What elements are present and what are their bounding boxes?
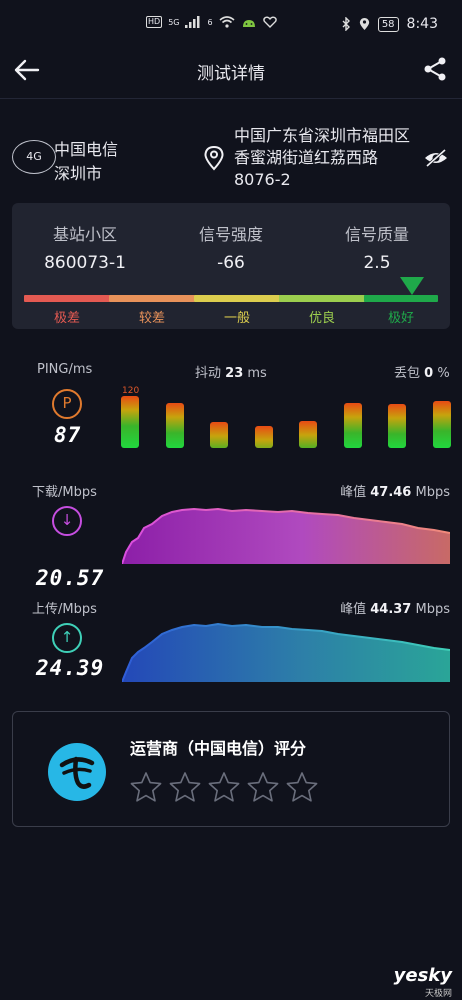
star-icon[interactable] [247,771,279,803]
cellular-signal-icon [185,16,200,28]
city-name: 深圳市 [54,164,103,183]
upload-chart [122,622,450,682]
status-bar: HD 5G 6 58 8:43 [0,0,462,48]
cell-id-value: 860073-1 [44,253,126,273]
ping-bar [388,404,406,448]
watermark: yesky 天极网 [394,965,452,999]
share-icon [424,57,446,81]
ping-bar [121,396,139,448]
location-icon [359,18,369,30]
loss-unit: % [437,366,450,381]
hide-address-button[interactable] [423,147,449,169]
status-right-icons: 58 8:43 [341,16,438,32]
jitter-readout: 抖动 23 ms [195,362,267,381]
wifi-generation-label: 6 [207,17,213,27]
ping-bar [433,401,451,448]
upload-area [122,624,450,682]
download-value: 20.57 [36,566,105,590]
loss-value: 0 [424,366,434,381]
page-title: 测试详情 [197,64,265,84]
download-arrow-icon: ↓ [52,506,82,536]
operator-rating-card: 运营商（中国电信）评分 [12,711,450,827]
battery-indicator: 58 [377,16,399,32]
watermark-sub: 天极网 [424,989,452,999]
download-peak-value: 47.46 [370,485,412,500]
ping-icon: P [52,389,82,419]
level-bar-good [279,295,365,302]
ping-bar [166,403,184,448]
bluetooth-icon [342,17,350,31]
level-label-good: 优良 [308,311,335,326]
upload-peak-label: 峰值 [340,602,367,617]
wifi-icon [219,16,235,28]
header-divider [0,98,462,99]
china-telecom-logo [48,743,106,801]
android-icon [242,20,255,27]
level-bar-fair [194,295,280,302]
status-left-icons: HD 5G 6 [146,16,277,28]
operator-name: 中国电信 [54,140,119,159]
watermark-brand: yesky [393,965,452,986]
star-icon[interactable] [169,771,201,803]
jitter-value: 23 [225,366,244,381]
network-type-badge: 4G [12,140,56,174]
upload-peak-unit: Mbps [415,602,451,617]
level-label-fair: 一般 [223,311,250,326]
level-bar-poor [109,295,195,302]
upload-peak-value: 44.37 [370,602,412,617]
upload-arrow-icon: ↑ [52,623,82,653]
star-icon[interactable] [208,771,240,803]
heart-icon [262,16,277,28]
ping-scale-label: 120 [122,386,140,396]
jitter-label: 抖动 [195,366,222,381]
level-label-very-poor: 极差 [53,311,80,326]
rating-stars [130,771,318,803]
cell-id-label: 基站小区 [52,225,117,244]
download-area [122,509,450,564]
ping-value: 87 [54,423,82,447]
upload-value: 24.39 [36,656,105,680]
download-label: 下载/Mbps [32,485,97,500]
download-peak: 峰值 47.46 Mbps [300,481,450,500]
signal-strength-label: 信号强度 [198,225,263,244]
rating-title: 运营商（中国电信）评分 [130,739,307,758]
ping-bar [210,422,228,448]
loss-label: 丢包 [394,366,421,381]
signal-strength-value: -66 [217,253,245,273]
star-icon[interactable] [130,771,162,803]
ping-bar [299,421,317,448]
status-time: 8:43 [406,16,438,32]
share-button[interactable] [420,54,450,84]
star-icon[interactable] [286,771,318,803]
eye-off-icon [425,148,447,168]
hd-icon: HD [146,16,163,28]
app-bar: 测试详情 [0,48,462,92]
signal-quality-label: 信号质量 [344,225,409,244]
net-generation-label: 5G [168,17,180,27]
address-text: 中国广东省深圳市福田区香蜜湖街道红荔西路8076-2 [234,126,411,189]
level-bar-very-poor [24,295,110,302]
telecom-logo-icon [59,756,95,789]
ping-bar [255,426,273,448]
level-label-excellent: 极好 [387,311,414,326]
signal-quality-value: 2.5 [363,253,391,273]
ping-label: PING/ms [37,362,93,377]
level-bar-excellent [364,295,438,302]
signal-card: 基站小区 信号强度 信号质量 860073-1 -66 2.5 极差 较差 一般… [12,203,450,329]
upload-peak: 峰值 44.37 Mbps [300,598,450,617]
loss-readout: 丢包 0 % [394,362,450,381]
download-peak-label: 峰值 [340,485,367,500]
download-chart [122,507,450,564]
level-label-poor: 较差 [138,311,165,326]
level-marker-icon [400,277,424,295]
ping-bar [344,403,362,448]
map-pin-icon [204,145,224,171]
jitter-unit: ms [247,366,267,381]
upload-label: 上传/Mbps [32,602,97,617]
download-peak-unit: Mbps [415,485,451,500]
